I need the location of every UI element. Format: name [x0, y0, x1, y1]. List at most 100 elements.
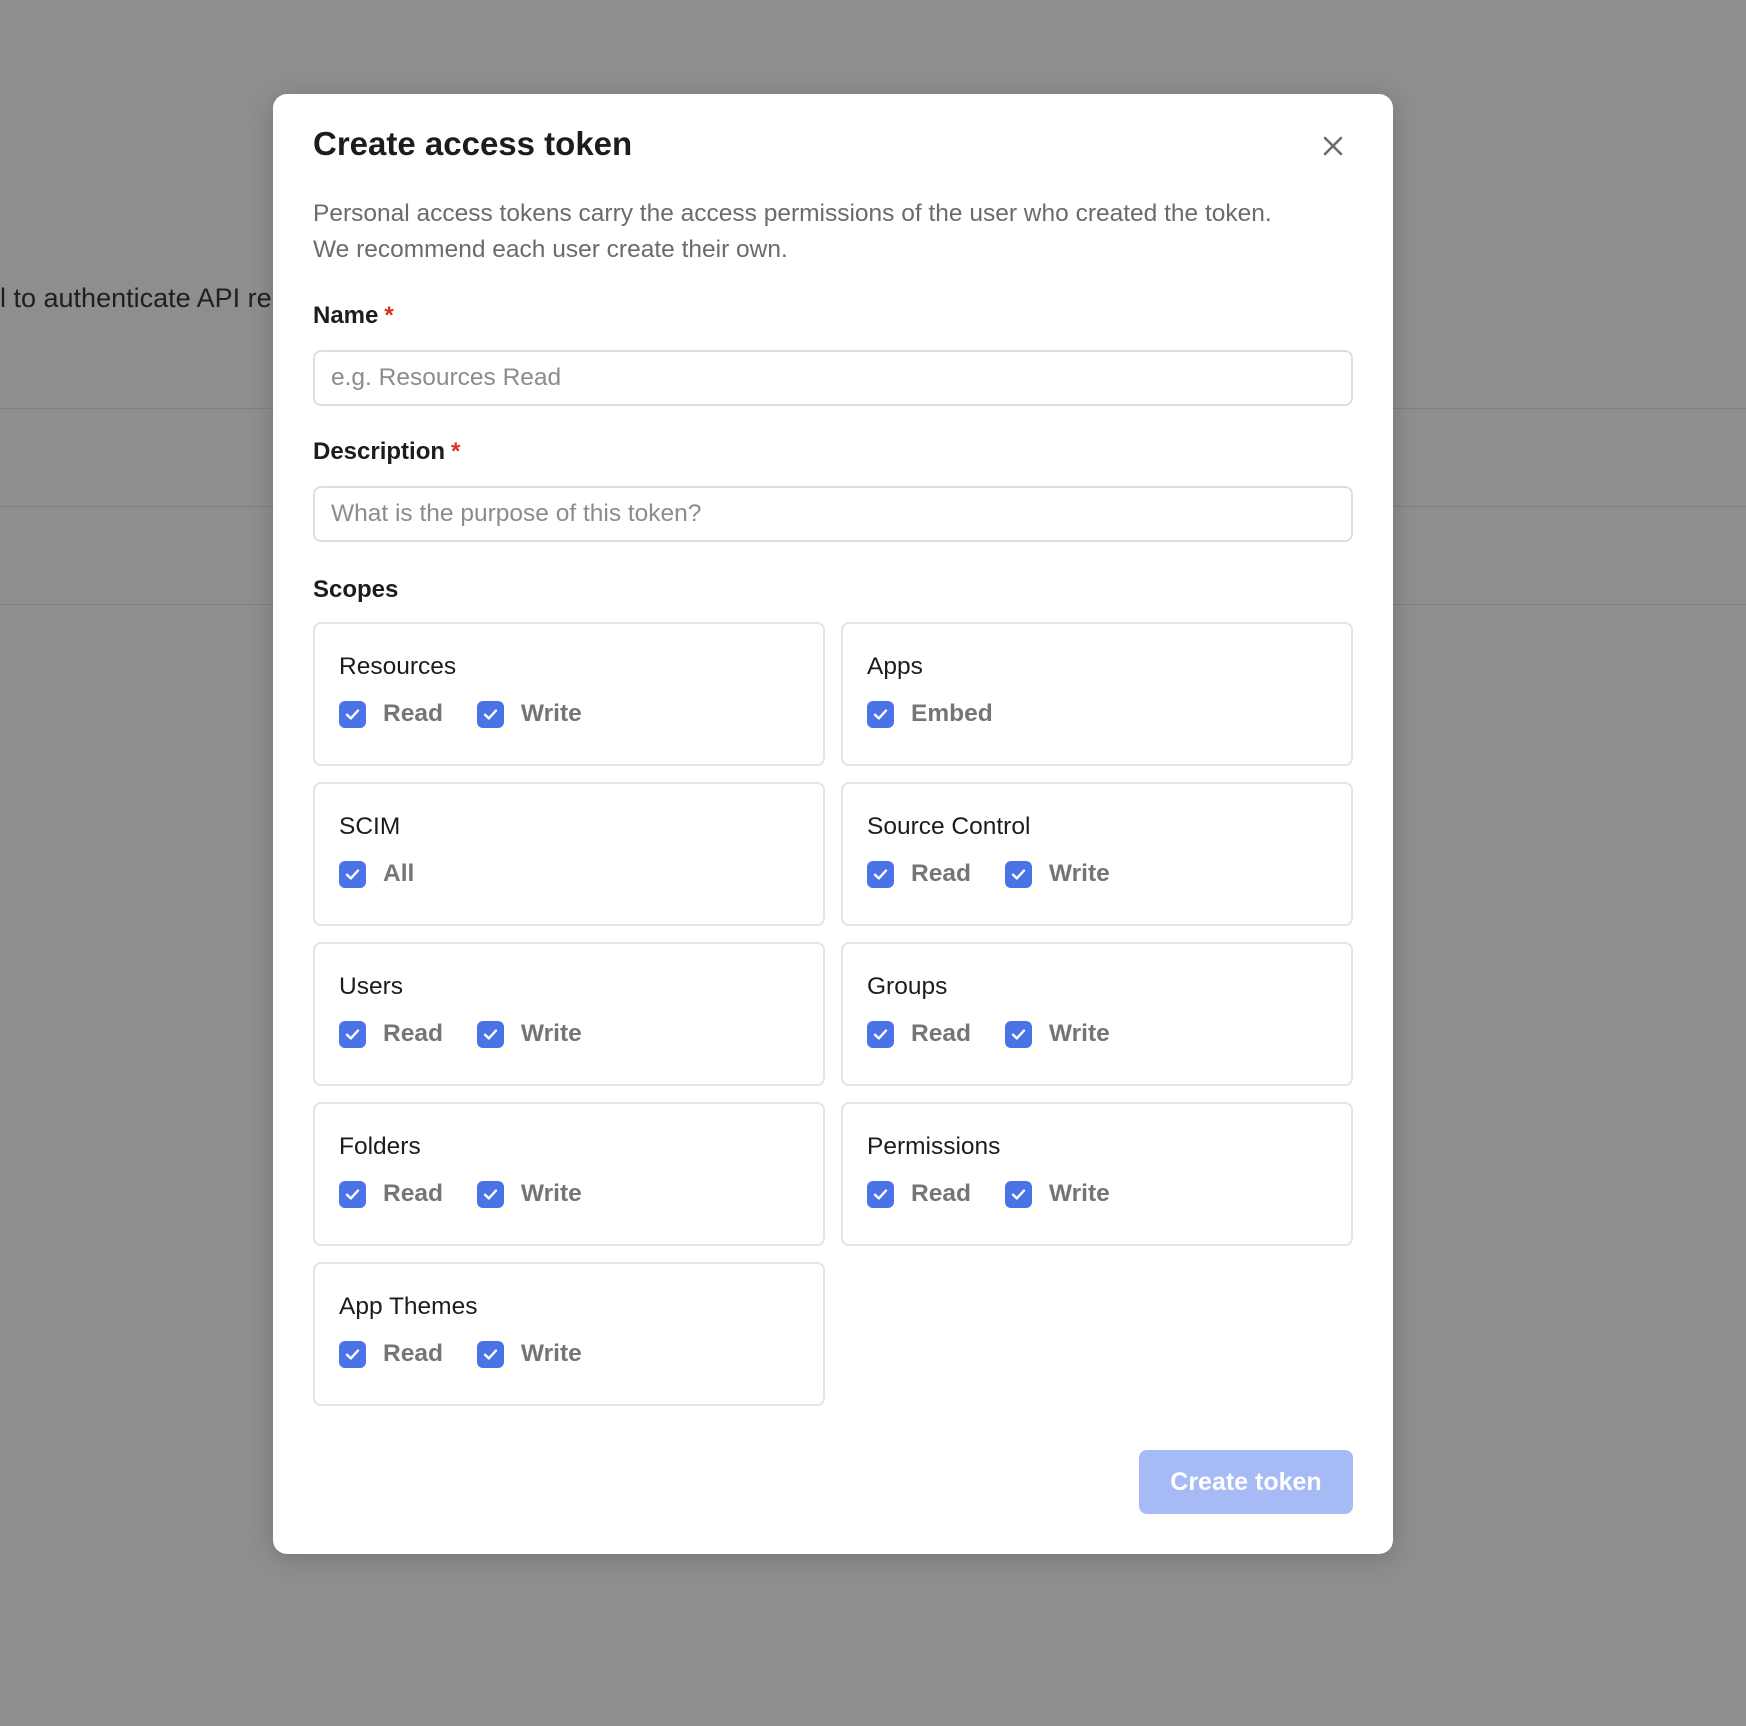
checkmark-icon [345, 868, 360, 880]
scope-option-label: Write [1048, 1020, 1110, 1047]
scope-option[interactable]: Read [867, 860, 971, 888]
name-field-label: Name * [313, 302, 394, 330]
scope-option[interactable]: Read [339, 700, 443, 728]
scope-card: Apps Embed [841, 622, 1353, 766]
checkmark-icon [483, 1188, 498, 1200]
scopes-label: Scopes [313, 576, 399, 603]
name-input[interactable] [313, 350, 1353, 406]
scope-option-label: Write [520, 1020, 582, 1047]
name-label-text: Name [313, 302, 379, 329]
scope-options: Read Write [339, 1020, 823, 1048]
scope-option[interactable]: Write [1004, 1020, 1110, 1048]
scopes-grid: Resources Read Write Apps Embed SCIM All Source… [313, 622, 1353, 1406]
checkbox[interactable] [867, 1020, 894, 1048]
checkbox[interactable] [476, 1340, 504, 1368]
create-token-button[interactable]: Create token [1139, 1450, 1353, 1514]
scope-option[interactable]: Embed [867, 700, 993, 728]
checkbox[interactable] [476, 1180, 504, 1208]
scope-option[interactable]: Read [339, 1340, 443, 1368]
checkmark-icon [873, 868, 888, 880]
checkmark-icon [483, 708, 498, 720]
scope-option-label: Read [383, 1020, 443, 1047]
scope-option-label: Read [383, 700, 443, 727]
background-description-text: l to authenticate API re [0, 283, 272, 313]
scope-options: Read Write [339, 1180, 823, 1208]
scope-option-label: Write [520, 700, 582, 727]
scope-option-label: Write [520, 1180, 582, 1207]
scope-option-label: Write [520, 1340, 582, 1367]
scope-option[interactable]: Read [339, 1180, 443, 1208]
checkbox[interactable] [867, 700, 894, 728]
scope-option-label: Read [911, 1180, 971, 1207]
scope-options: Read Write [339, 700, 823, 728]
checkbox[interactable] [476, 700, 504, 728]
scope-title: SCIM [339, 813, 401, 840]
checkmark-icon [345, 1348, 360, 1360]
description-label-text: Description [313, 438, 446, 465]
scope-title: Users [339, 973, 403, 1000]
scope-option[interactable]: Write [1004, 860, 1110, 888]
checkbox[interactable] [339, 860, 366, 888]
checkbox[interactable] [476, 1020, 504, 1048]
checkbox[interactable] [1004, 1180, 1032, 1208]
required-indicator: * [451, 438, 461, 465]
scope-option-label: Embed [911, 700, 993, 727]
checkmark-icon [345, 1188, 360, 1200]
checkbox[interactable] [1004, 1020, 1032, 1048]
description-input[interactable] [313, 486, 1353, 542]
scope-option[interactable]: Write [476, 1340, 582, 1368]
scope-option-label: Write [1048, 860, 1110, 887]
scope-title: Permissions [867, 1133, 1001, 1160]
checkbox[interactable] [339, 1340, 366, 1368]
scope-card: Groups Read Write [841, 942, 1353, 1086]
scope-card: Folders Read Write [313, 1102, 825, 1246]
scope-option[interactable]: Write [476, 1180, 582, 1208]
scope-options: Read Write [867, 1180, 1351, 1208]
create-token-dialog: Create access token Personal access toke… [273, 94, 1393, 1554]
close-button[interactable] [1315, 128, 1351, 164]
checkmark-icon [1011, 868, 1026, 880]
scope-option-label: Read [911, 1020, 971, 1047]
scope-options: Embed [867, 700, 1351, 728]
scope-option[interactable]: All [339, 860, 414, 888]
scope-card: Users Read Write [313, 942, 825, 1086]
checkmark-icon [483, 1348, 498, 1360]
scope-option-label: Read [383, 1180, 443, 1207]
checkbox[interactable] [867, 860, 894, 888]
description-field-label: Description * [313, 438, 460, 466]
scope-option[interactable]: Write [1004, 1180, 1110, 1208]
scope-card: Resources Read Write [313, 622, 825, 766]
scope-card: App Themes Read Write [313, 1262, 825, 1406]
scope-title: Folders [339, 1133, 421, 1160]
checkbox[interactable] [867, 1180, 894, 1208]
checkbox[interactable] [339, 700, 366, 728]
scope-card: Permissions Read Write [841, 1102, 1353, 1246]
scope-options: All [339, 860, 823, 888]
checkmark-icon [345, 1028, 360, 1040]
checkmark-icon [483, 1028, 498, 1040]
scope-options: Read Write [339, 1340, 823, 1368]
scope-option-label: Read [383, 1340, 443, 1367]
checkmark-icon [1011, 1028, 1026, 1040]
checkbox[interactable] [339, 1020, 366, 1048]
scope-options: Read Write [867, 1020, 1351, 1048]
dialog-title: Create access token [313, 125, 633, 162]
scope-title: App Themes [339, 1293, 478, 1320]
scope-option[interactable]: Read [867, 1020, 971, 1048]
dialog-description-line: Personal access tokens carry the access … [313, 200, 1272, 227]
scope-title: Apps [867, 653, 923, 680]
checkmark-icon [873, 1188, 888, 1200]
scope-option[interactable]: Write [476, 1020, 582, 1048]
checkmark-icon [1011, 1188, 1026, 1200]
scope-option[interactable]: Write [476, 700, 582, 728]
checkmark-icon [873, 1028, 888, 1040]
scope-option-label: Read [911, 860, 971, 887]
scope-options: Read Write [867, 860, 1351, 888]
checkbox[interactable] [339, 1180, 366, 1208]
scope-option[interactable]: Read [339, 1020, 443, 1048]
scope-option[interactable]: Read [867, 1180, 971, 1208]
checkbox[interactable] [1004, 860, 1032, 888]
scope-card: Source Control Read Write [841, 782, 1353, 926]
scope-card: SCIM All [313, 782, 825, 926]
required-indicator: * [384, 302, 394, 329]
